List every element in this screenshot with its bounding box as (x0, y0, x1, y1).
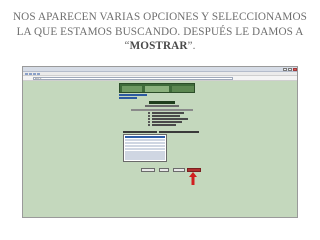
option-checkbox[interactable] (148, 121, 150, 123)
minimize-button[interactable] (283, 68, 287, 71)
back-icon[interactable] (25, 73, 28, 75)
option-checkbox[interactable] (148, 124, 150, 126)
arrow-up-icon (189, 172, 197, 185)
nav-link[interactable] (119, 94, 147, 96)
address-input[interactable]: http://... (33, 77, 233, 80)
option-label (152, 112, 184, 114)
slide-title: Nos aparecen varias opciones y seleccion… (6, 10, 314, 54)
forward-icon[interactable] (29, 73, 32, 75)
banner-segment (145, 86, 169, 92)
maximize-button[interactable] (288, 68, 292, 71)
action-button[interactable] (159, 168, 169, 172)
list-item[interactable] (125, 157, 165, 160)
option-label (152, 124, 176, 126)
page-content (23, 81, 297, 217)
option-label (152, 121, 182, 123)
page-subheading (145, 105, 179, 107)
site-banner (119, 83, 195, 93)
list-label (159, 131, 199, 133)
option-checkbox[interactable] (148, 115, 150, 117)
page-heading (149, 101, 175, 104)
browser-screenshot: http://... (22, 66, 298, 218)
page-note (131, 109, 193, 111)
option-checkbox[interactable] (148, 112, 150, 114)
slide-title-end: ”. (187, 40, 196, 52)
action-button[interactable] (141, 168, 155, 172)
home-icon[interactable] (37, 73, 40, 75)
list-label (123, 131, 157, 133)
option-label (152, 118, 188, 120)
action-button[interactable] (173, 168, 185, 172)
banner-segment (122, 86, 142, 92)
refresh-icon[interactable] (33, 73, 36, 75)
option-checkbox[interactable] (148, 118, 150, 120)
banner-segment (172, 86, 194, 92)
option-label (152, 115, 180, 117)
nav-link[interactable] (119, 97, 137, 99)
close-icon[interactable] (292, 68, 297, 71)
options-listbox[interactable] (123, 134, 167, 162)
slide-title-emphasis: Mostrar (129, 40, 188, 52)
